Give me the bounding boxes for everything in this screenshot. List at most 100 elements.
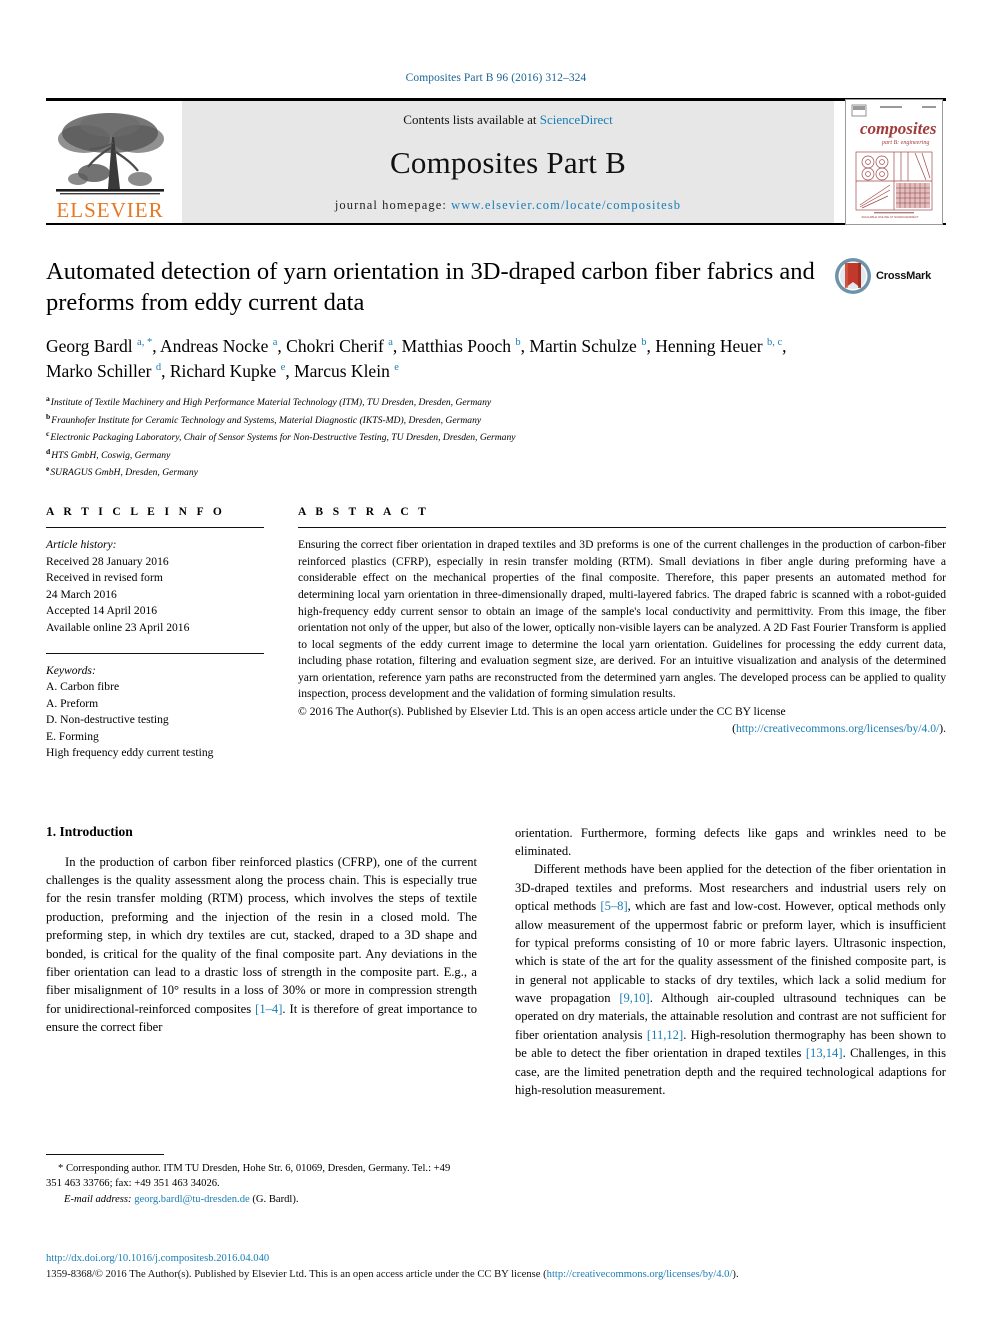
elsevier-wordmark: ELSEVIER: [56, 198, 164, 222]
article-history-label: Article history:: [46, 538, 117, 552]
article-history-item: Received 28 January 2016: [46, 554, 169, 568]
citation-link[interactable]: [13,14]: [806, 1046, 843, 1060]
abstract-heading: A B S T R A C T: [298, 506, 430, 519]
article-history-items: Received 28 January 2016 Received in revi…: [46, 554, 264, 636]
article-info-column: A R T I C L E I N F O Article history: R…: [46, 506, 290, 761]
author-name: Martin Schulze: [529, 335, 642, 356]
email-suffix: (G. Bardl).: [252, 1193, 299, 1205]
article-history-item: Available online 23 April 2016: [46, 620, 190, 634]
crossmark-badge[interactable]: CrossMark: [834, 257, 946, 295]
article-history: Article history: Received 28 January 201…: [46, 537, 264, 636]
journal-homepage-line: journal homepage: www.elsevier.com/locat…: [335, 198, 681, 213]
page-title: Automated detection of yarn orientation …: [46, 258, 815, 316]
keyword-items: A. Carbon fibre A. Preform D. Non-destruct…: [46, 679, 264, 761]
affiliation-text: Electronic Packaging Laboratory, Chair o…: [50, 432, 516, 444]
svg-text:AVAILABLE ONLINE AT SCIENCEDIR: AVAILABLE ONLINE AT SCIENCEDIRECT: [861, 215, 918, 219]
body-columns: 1. Introduction In the production of car…: [46, 824, 946, 1100]
article-history-item: 24 March 2016: [46, 587, 117, 601]
affiliation-item: cElectronic Packaging Laboratory, Chair …: [46, 428, 946, 445]
title-area: CrossMark Automated detection of yarn or…: [46, 225, 946, 480]
citation-link[interactable]: [9,10]: [619, 991, 649, 1005]
crossmark-label: CrossMark: [876, 270, 932, 282]
affiliation-item: eSURAGUS GmbH, Dresden, Germany: [46, 463, 946, 480]
author-separator: ,: [285, 360, 295, 381]
keywords-label: Keywords:: [46, 664, 96, 677]
keywords-block: Keywords: A. Carbon fibre A. Preform D. No…: [46, 663, 264, 762]
author-name: Andreas Nocke: [160, 335, 273, 356]
article-info-heading: A R T I C L E I N F O: [46, 506, 226, 519]
elsevier-tree-icon: [56, 113, 164, 195]
abstract-copyright-text: © 2016 The Author(s). Published by Elsev…: [298, 705, 786, 719]
sciencedirect-link[interactable]: ScienceDirect: [540, 112, 613, 127]
author-list: Georg Bardl a, *, Andreas Nocke a, Chokr…: [46, 334, 946, 384]
keyword-item: High frequency eddy current testing: [46, 746, 214, 760]
running-head: Composites Part B 96 (2016) 312–324: [405, 72, 587, 84]
affiliation-text: Institute of Textile Machinery and High …: [50, 397, 492, 409]
footnote-rule: [46, 1153, 164, 1155]
svg-text:composites: composites: [860, 119, 937, 138]
homepage-prefix: journal homepage:: [334, 198, 452, 212]
keyword-item: A. Carbon fibre: [46, 680, 120, 694]
elsevier-logo: ELSEVIER: [46, 101, 174, 223]
citation-link[interactable]: [11,12]: [647, 1028, 683, 1042]
author-separator: ,: [161, 360, 170, 381]
author-affiliation-mark: b, c: [766, 336, 783, 348]
article-info-rule: [46, 527, 264, 529]
affiliation-text: HTS GmbH, Coswig, Germany: [51, 449, 171, 461]
citation-link[interactable]: [5–8]: [600, 899, 627, 913]
keyword-item: D. Non-destructive testing: [46, 713, 169, 727]
abstract-license: (http://creativecommons.org/licenses/by/…: [298, 721, 946, 738]
license-close-paren: ).: [939, 721, 946, 735]
author-separator: ,: [277, 335, 287, 356]
doi-link[interactable]: http://dx.doi.org/10.1016/j.compositesb.…: [46, 1251, 946, 1267]
author-separator: ,: [392, 335, 402, 356]
author-name: Henning Heuer: [655, 335, 767, 356]
author-affiliation-mark: e: [394, 361, 399, 373]
author-name: Matthias Pooch: [401, 335, 516, 356]
contents-prefix: Contents lists available at: [403, 112, 540, 127]
footnote-text: * Corresponding author. ITM TU Dresden, …: [46, 1161, 466, 1207]
email-line: E-mail address: georg.bardl@tu-dresden.d…: [46, 1192, 466, 1207]
journal-masthead: ELSEVIER Contents lists available at Sci…: [46, 99, 946, 225]
author-separator: ,: [646, 335, 656, 356]
journal-cover-art: composites part B: engineering AVAILABLE…: [846, 100, 942, 224]
body-column-right: orientation. Furthermore, forming defect…: [515, 824, 946, 1100]
journal-cover: composites part B: engineering AVAILABLE…: [842, 99, 946, 225]
affiliation-mark: a: [46, 394, 50, 404]
svg-text:part B: engineering: part B: engineering: [881, 140, 929, 146]
issn-copyright-line: 1359-8368/© 2016 The Author(s). Publishe…: [46, 1267, 946, 1283]
author-affiliation-mark: a, *: [137, 336, 153, 348]
crossmark-icon: [835, 258, 871, 294]
article-history-item: Accepted 14 April 2016: [46, 604, 158, 618]
journal-title: Composites Part B: [390, 145, 626, 180]
author-separator: ,: [152, 335, 161, 356]
affiliation-text: Fraunhofer Institute for Ceramic Technol…: [51, 414, 482, 426]
info-abstract-block: A R T I C L E I N F O Article history: R…: [46, 506, 946, 761]
issn-license-link[interactable]: http://creativecommons.org/licenses/by/4…: [547, 1269, 733, 1280]
intro-paragraph-continued: orientation. Furthermore, forming defect…: [515, 825, 946, 859]
abstract-rule: [298, 527, 946, 529]
body-column-left: 1. Introduction In the production of car…: [46, 824, 477, 1100]
author-name: Chokri Cherif: [286, 335, 389, 356]
page-footer: http://dx.doi.org/10.1016/j.compositesb.…: [46, 1251, 946, 1283]
abstract-text: Ensuring the correct fiber orientation i…: [298, 538, 946, 701]
keyword-item: E. Forming: [46, 729, 99, 743]
affiliation-mark: b: [46, 411, 51, 421]
license-link[interactable]: http://creativecommons.org/licenses/by/4…: [736, 722, 939, 735]
issn-prefix: 1359-8368/© 2016 The Author(s). Publishe…: [46, 1269, 547, 1281]
journal-cover-thumbnail: composites part B: engineering AVAILABLE…: [845, 99, 943, 225]
masthead-center: Contents lists available at ScienceDirec…: [182, 101, 834, 223]
intro-paragraph-right: Different methods have been applied for …: [515, 862, 946, 1097]
journal-article-page: Composites Part B 96 (2016) 312–324 ELSE…: [0, 0, 992, 1323]
citation-link[interactable]: [1–4]: [255, 1002, 282, 1016]
contents-line: Contents lists available at ScienceDirec…: [403, 112, 612, 128]
abstract-column: A B S T R A C T Ensuring the correct fib…: [290, 506, 946, 761]
email-link[interactable]: georg.bardl@tu-dresden.de: [134, 1194, 249, 1205]
affiliation-mark: e: [46, 463, 50, 473]
section-heading-introduction: 1. Introduction: [46, 823, 133, 839]
issn-suffix: ).: [732, 1269, 739, 1281]
author-name: Georg Bardl: [46, 335, 138, 356]
journal-homepage-link[interactable]: www.elsevier.com/locate/compositesb: [451, 198, 681, 212]
author-name: Richard Kupke: [169, 360, 281, 381]
affiliation-text: SURAGUS GmbH, Dresden, Germany: [50, 467, 198, 479]
